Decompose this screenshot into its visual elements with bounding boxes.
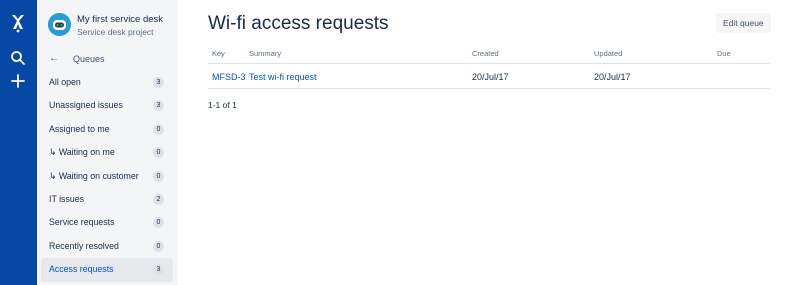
edit-queue-button[interactable]: Edit queue bbox=[716, 13, 771, 33]
issue-updated-date: 20/Jul/17 bbox=[594, 72, 631, 82]
issue-summary-link[interactable]: Test wi-fi request bbox=[249, 72, 317, 82]
queue-item-label: IT issues bbox=[49, 193, 85, 204]
issue-created-date: 20/Jul/17 bbox=[472, 72, 509, 82]
queue-count-badge: 3 bbox=[153, 77, 164, 88]
project-name[interactable]: My first service desk bbox=[77, 14, 163, 25]
queue-item-it-issues[interactable]: IT issues 2 bbox=[41, 188, 173, 211]
column-header-updated[interactable]: Updated bbox=[594, 49, 622, 58]
back-arrow-icon[interactable]: ← bbox=[49, 54, 59, 64]
queue-count-badge: 0 bbox=[153, 217, 164, 229]
plus-icon[interactable] bbox=[10, 73, 26, 89]
queue-count-badge: 0 bbox=[153, 170, 164, 182]
queue-count-badge: 3 bbox=[153, 264, 164, 276]
page-title: Wi-fi access requests bbox=[208, 13, 389, 34]
atlassian-service-desk-logo-icon[interactable] bbox=[9, 13, 27, 33]
issue-table: Key Summary Created Updated Due MFSD-3 T… bbox=[208, 44, 770, 89]
search-icon[interactable] bbox=[10, 50, 26, 66]
queue-count-badge: 0 bbox=[153, 147, 164, 159]
column-header-created[interactable]: Created bbox=[472, 49, 499, 58]
project-sidebar: My first service desk Service desk proje… bbox=[37, 0, 178, 285]
queue-count-badge: 0 bbox=[153, 240, 164, 252]
table-row[interactable]: MFSD-3 Test wi-fi request 20/Jul/17 20/J… bbox=[208, 64, 770, 89]
queue-count-badge: 2 bbox=[153, 193, 164, 205]
project-avatar[interactable] bbox=[48, 13, 71, 36]
queue-list: All open 3 Unassigned issues 3 Assigned … bbox=[41, 71, 174, 282]
queue-item-label: ↳ Waiting on customer bbox=[49, 170, 139, 181]
queue-item-label: All open bbox=[49, 77, 81, 87]
queue-item-assigned-to-me[interactable]: Assigned to me 0 bbox=[41, 118, 173, 141]
queue-item-waiting-on-customer[interactable]: ↳ Waiting on customer 0 bbox=[41, 165, 173, 188]
queue-item-label: Assigned to me bbox=[49, 123, 110, 134]
global-navigation bbox=[0, 0, 37, 285]
queue-item-access-requests[interactable]: Access requests 3 bbox=[41, 258, 173, 282]
project-type: Service desk project bbox=[77, 27, 154, 37]
queue-item-label: Recently resolved bbox=[49, 240, 119, 251]
queue-item-service-requests[interactable]: Service requests 0 bbox=[41, 211, 173, 234]
column-header-summary[interactable]: Summary bbox=[249, 49, 281, 58]
queue-item-label: ↳ Waiting on me bbox=[49, 147, 115, 158]
queue-item-label: Unassigned issues bbox=[49, 100, 123, 111]
queue-item-recently-resolved[interactable]: Recently resolved 0 bbox=[41, 235, 173, 258]
main-content: Wi-fi access requests Edit queue Key Sum… bbox=[178, 0, 800, 285]
queue-item-waiting-on-me[interactable]: ↳ Waiting on me 0 bbox=[41, 141, 173, 164]
queues-label: Queues bbox=[73, 54, 105, 64]
queues-header[interactable]: ← Queues bbox=[37, 50, 178, 68]
queue-count-badge: 0 bbox=[153, 123, 164, 135]
table-header-row: Key Summary Created Updated Due bbox=[208, 44, 770, 64]
queue-item-label: Access requests bbox=[49, 264, 114, 275]
queue-count-badge: 3 bbox=[153, 100, 164, 112]
column-header-key[interactable]: Key bbox=[212, 49, 225, 58]
issue-key-link[interactable]: MFSD-3 bbox=[212, 72, 246, 82]
column-header-due[interactable]: Due bbox=[717, 49, 731, 58]
queue-item-all-open[interactable]: All open 3 bbox=[41, 71, 173, 94]
pagination-summary: 1-1 of 1 bbox=[208, 100, 237, 110]
queue-item-unassigned-issues[interactable]: Unassigned issues 3 bbox=[41, 94, 173, 117]
robot-avatar-icon bbox=[48, 13, 71, 36]
queue-item-label: Service requests bbox=[49, 217, 115, 228]
